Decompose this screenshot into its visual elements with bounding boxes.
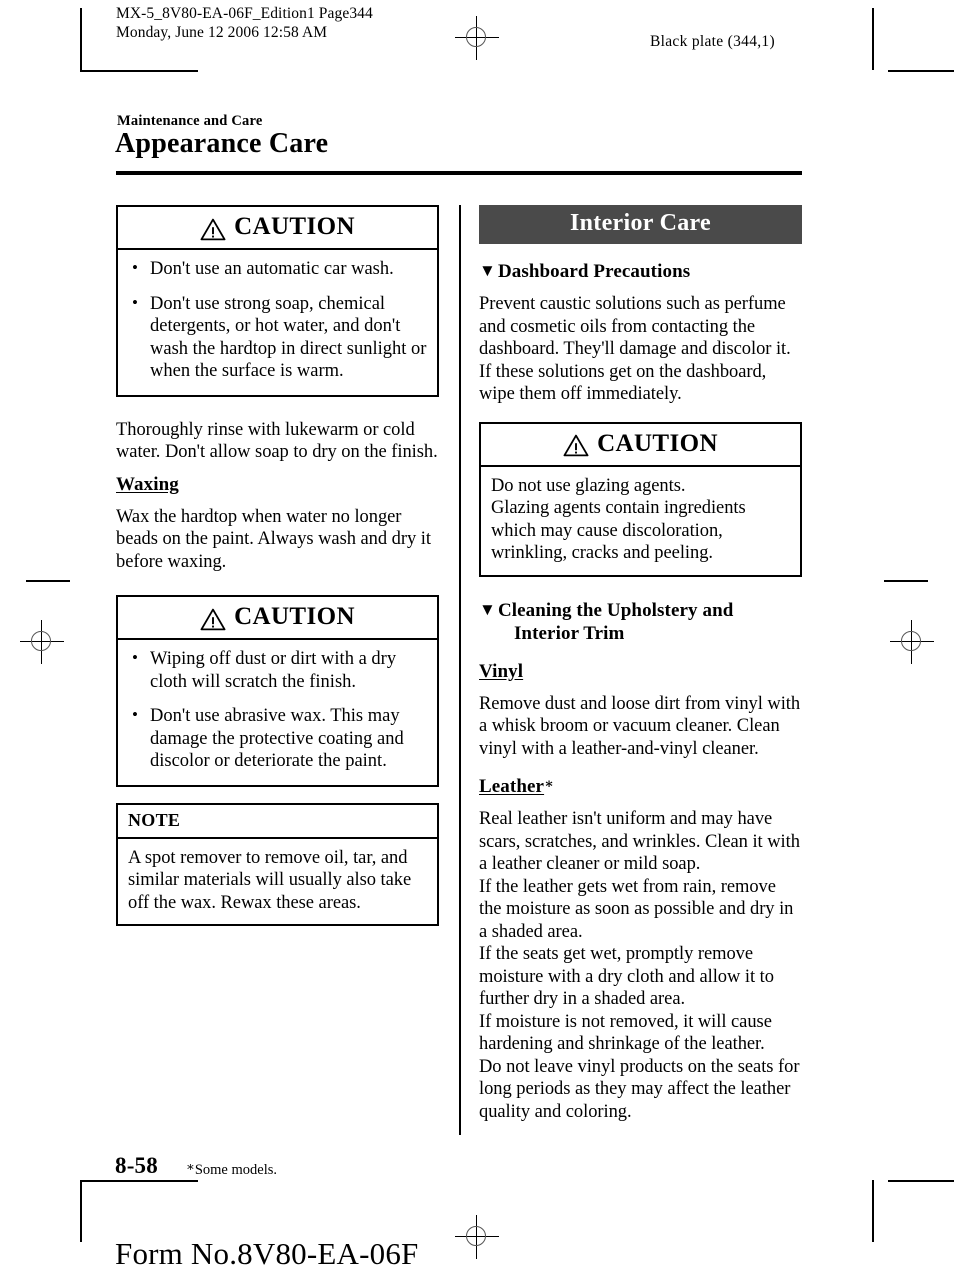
caution-box-glazing-text: Do not use glazing agents. Glazing agent… bbox=[491, 475, 746, 564]
crop-line-bottom-right-vertical bbox=[872, 1180, 874, 1242]
document-header-plate: Black plate (344,1) bbox=[650, 33, 775, 50]
page-number: 8-58 bbox=[115, 1153, 158, 1178]
registration-mark-left bbox=[20, 620, 64, 664]
column-divider bbox=[459, 205, 461, 1135]
caution-box-washing: CAUTION Don't use an automatic car wash.… bbox=[116, 205, 439, 397]
waxing-heading: Waxing bbox=[116, 473, 179, 495]
leather-heading-label: Leather bbox=[479, 776, 545, 797]
caution-box-glazing-label: CAUTION bbox=[597, 429, 718, 457]
vinyl-heading-wrap: Vinyl bbox=[479, 661, 802, 683]
crop-line-top-left-horizontal bbox=[80, 70, 198, 72]
dashboard-paragraph: Prevent caustic solutions such as perfum… bbox=[479, 294, 791, 404]
dashboard-precautions-heading-label: Dashboard Precautions bbox=[497, 261, 691, 282]
caution-box-washing-body: Don't use an automatic car wash. Don't u… bbox=[118, 250, 437, 395]
waxing-heading-wrap: Waxing bbox=[116, 474, 439, 496]
interior-care-banner: Interior Care bbox=[479, 205, 802, 244]
caution-box-washing-label: CAUTION bbox=[234, 213, 355, 240]
leather-heading-footnote-mark: ∗ bbox=[544, 777, 554, 792]
upholstery-heading-line-1: Cleaning the Upholstery and bbox=[497, 599, 734, 621]
caution-box-glazing-header: CAUTION bbox=[481, 424, 800, 467]
registration-mark-bottom bbox=[455, 1215, 499, 1259]
list-item: Don't use an automatic car wash. bbox=[128, 257, 427, 281]
list-item: Don't use strong soap, chemical detergen… bbox=[128, 292, 427, 383]
note-box-label: NOTE bbox=[128, 809, 181, 830]
note-box: NOTE A spot remover to remove oil, tar, … bbox=[116, 802, 439, 926]
leather-heading: Leather∗ bbox=[479, 776, 554, 798]
upholstery-cleaning-heading-label: Cleaning the Upholstery and Interior Tri… bbox=[498, 599, 733, 645]
caution-box-glazing: CAUTION Do not use glazing agents. Glazi… bbox=[479, 421, 802, 577]
crop-line-bottom-left-horizontal bbox=[80, 1180, 198, 1182]
registration-mark-top bbox=[455, 16, 499, 60]
document-header-filename: MX-5_8V80-EA-06F_Edition1 Page344 Monday… bbox=[116, 5, 373, 41]
caution-box-washing-list: Don't use an automatic car wash. Don't u… bbox=[128, 257, 427, 383]
crop-line-top-left-vertical bbox=[80, 8, 82, 70]
caution-box-glazing-body: Do not use glazing agents. Glazing agent… bbox=[481, 467, 800, 575]
triangle-down-icon: ▼ bbox=[479, 261, 496, 280]
crop-line-left-middle bbox=[26, 580, 70, 582]
waxing-paragraph: Wax the hardtop when water no longer bea… bbox=[116, 506, 431, 572]
warning-triangle-icon bbox=[200, 608, 226, 631]
leather-heading-wrap: Leather∗ bbox=[479, 776, 802, 798]
title-rule bbox=[116, 171, 802, 175]
note-box-header: NOTE bbox=[118, 805, 437, 839]
note-box-text: A spot remover to remove oil, tar, and s… bbox=[128, 847, 412, 913]
list-item: Don't use abrasive wax. This may damage … bbox=[128, 704, 427, 773]
crop-line-bottom-right-horizontal bbox=[888, 1180, 954, 1182]
list-item: Wiping off dust or dirt with a dry cloth… bbox=[128, 647, 427, 693]
footnote-text: Some models. bbox=[194, 1162, 278, 1178]
page-title: Appearance Care bbox=[115, 128, 329, 159]
crop-line-top-right-horizontal bbox=[888, 70, 954, 72]
caution-box-wax-header: CAUTION bbox=[118, 597, 437, 640]
crop-line-right-middle bbox=[884, 580, 928, 582]
crop-line-bottom-left-vertical bbox=[80, 1180, 82, 1242]
upholstery-heading-line-2: Interior Trim bbox=[513, 622, 625, 644]
caution-box-washing-header: CAUTION bbox=[118, 207, 437, 250]
caution-box-wax-body: Wiping off dust or dirt with a dry cloth… bbox=[118, 640, 437, 785]
caution-box-wax: CAUTION Wiping off dust or dirt with a d… bbox=[116, 595, 439, 787]
form-number: Form No.8V80-EA-06F bbox=[115, 1236, 419, 1271]
triangle-down-icon: ▼ bbox=[479, 599, 496, 619]
caution-box-wax-label: CAUTION bbox=[234, 603, 355, 630]
rinse-paragraph: Thoroughly rinse with lukewarm or cold w… bbox=[116, 419, 438, 463]
warning-triangle-icon bbox=[200, 218, 226, 241]
dashboard-precautions-heading: ▼ Dashboard Precautions bbox=[479, 260, 802, 283]
crop-line-top-right-vertical bbox=[872, 8, 874, 70]
vinyl-paragraph: Remove dust and loose dirt from vinyl wi… bbox=[479, 693, 801, 759]
manual-page: { "print_marks": { "registration_icon": … bbox=[0, 0, 954, 1285]
left-column: CAUTION Don't use an automatic car wash.… bbox=[116, 205, 439, 926]
warning-triangle-icon bbox=[563, 434, 589, 457]
vinyl-heading: Vinyl bbox=[479, 660, 524, 682]
right-column: Interior Care ▼ Dashboard Precautions Pr… bbox=[479, 205, 802, 1123]
caution-box-wax-list: Wiping off dust or dirt with a dry cloth… bbox=[128, 647, 427, 773]
registration-mark-right bbox=[890, 620, 934, 664]
footnote-mark: ∗ bbox=[186, 1159, 195, 1174]
footnote: ∗Some models. bbox=[186, 1159, 277, 1179]
note-box-body: A spot remover to remove oil, tar, and s… bbox=[118, 839, 437, 925]
upholstery-cleaning-heading: ▼ Cleaning the Upholstery and Interior T… bbox=[479, 599, 802, 645]
leather-paragraph: Real leather isn't uniform and may have … bbox=[479, 809, 800, 1122]
